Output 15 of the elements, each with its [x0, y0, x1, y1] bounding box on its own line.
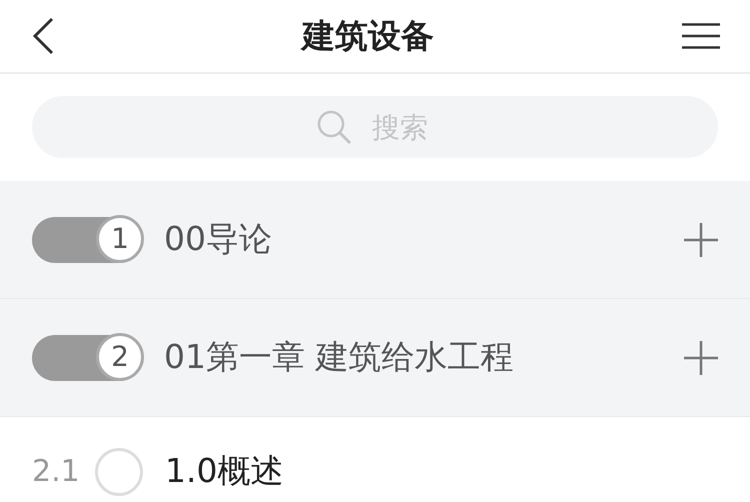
section-number: 2.1	[32, 454, 81, 489]
chapter-number: 2	[96, 332, 144, 380]
progress-circle	[95, 448, 143, 496]
chapter-row[interactable]: 2 01第一章 建筑给水工程	[0, 299, 750, 417]
chapter-number: 1	[96, 214, 144, 262]
item-title: 00导论	[164, 218, 273, 260]
page-title: 建筑设备	[302, 14, 434, 56]
plus-icon[interactable]	[684, 222, 718, 256]
chapter-row[interactable]: 1 00导论	[0, 181, 750, 299]
item-title: 01第一章 建筑给水工程	[164, 336, 514, 378]
plus-icon[interactable]	[684, 340, 718, 374]
item-title: 1.0概述	[165, 450, 284, 492]
back-icon[interactable]	[32, 17, 54, 55]
menu-icon[interactable]	[682, 23, 720, 49]
search-icon	[316, 109, 352, 145]
